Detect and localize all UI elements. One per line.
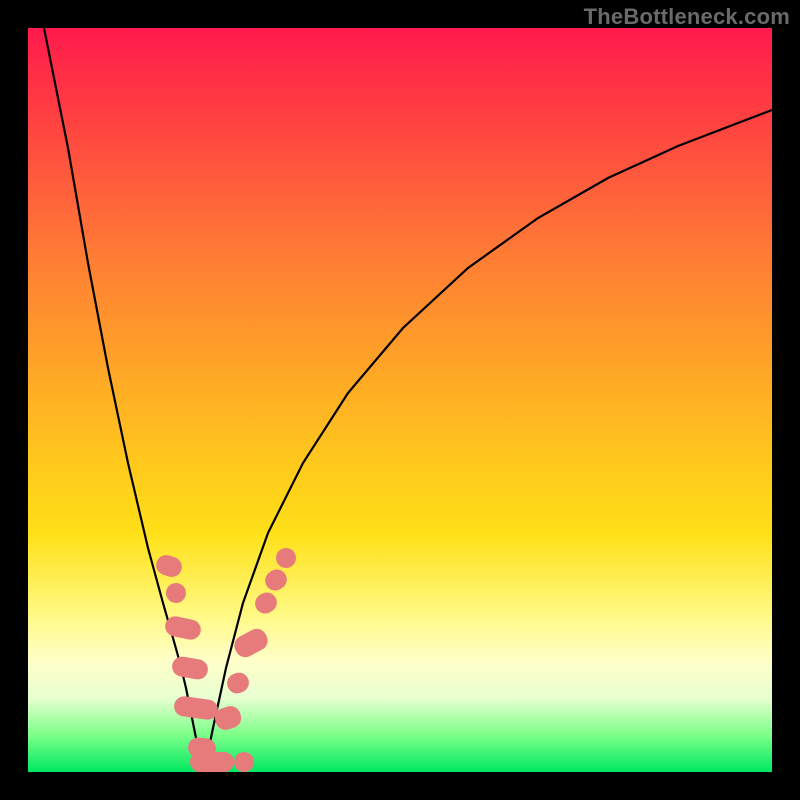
bottleneck-curve	[44, 28, 772, 772]
chart-frame	[28, 28, 772, 772]
curve-svg	[28, 28, 772, 772]
data-marker	[234, 752, 254, 772]
data-marker	[190, 752, 234, 772]
watermark-text: TheBottleneck.com	[584, 4, 790, 30]
